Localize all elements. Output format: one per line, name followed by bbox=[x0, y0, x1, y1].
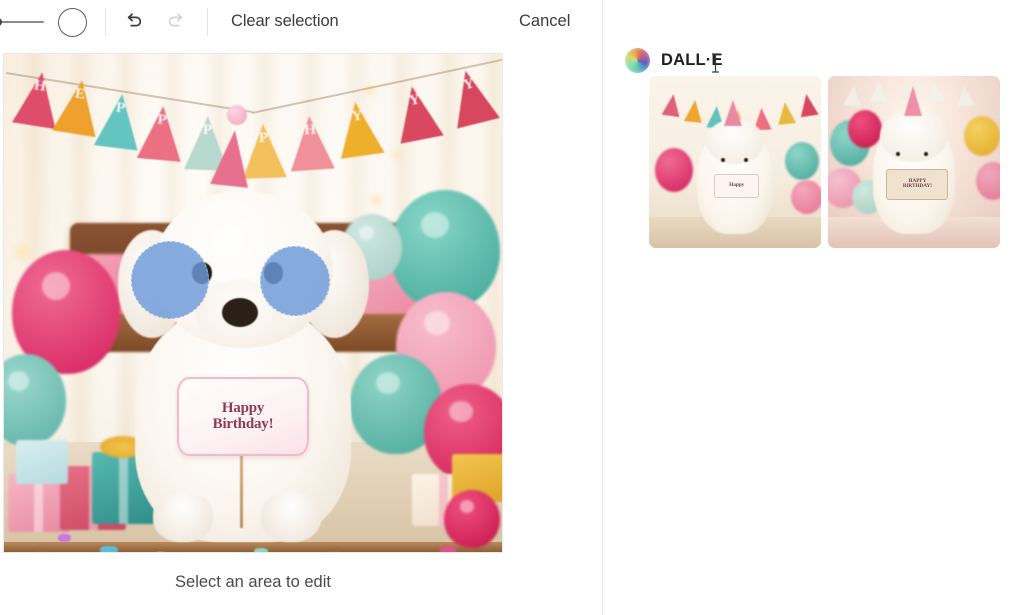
balloon bbox=[444, 490, 500, 548]
thumb-sign-text: Happy bbox=[729, 182, 745, 189]
slider-track bbox=[0, 21, 44, 23]
thumb-birthday-sign: HAPPY BIRTHDAY! bbox=[886, 168, 949, 200]
gift-box bbox=[16, 440, 68, 484]
thumb-dog-eye bbox=[721, 158, 725, 162]
brush-size-preview bbox=[58, 8, 87, 37]
dog-nose bbox=[222, 298, 258, 327]
sign-line-1: Happy bbox=[221, 399, 265, 416]
thumb-flag bbox=[843, 85, 863, 107]
canvas-caption: Select an area to edit bbox=[175, 573, 331, 591]
source-image: H E P P P P H Y Y Y Happy Birthday! bbox=[4, 54, 502, 552]
floor-edge bbox=[4, 542, 502, 552]
thumb-dog-eye bbox=[924, 152, 928, 156]
thumb-sign-line-2: BIRTHDAY! bbox=[902, 183, 932, 190]
thumb-flag bbox=[661, 92, 683, 118]
dalle-avatar-icon bbox=[625, 48, 650, 73]
flag-letter: P bbox=[156, 111, 168, 129]
dog: Happy Birthday! bbox=[94, 104, 393, 542]
sign-line-2: Birthday! bbox=[212, 415, 274, 432]
party-hat bbox=[210, 127, 254, 188]
assistant-name: DALL·E bbox=[661, 51, 723, 69]
undo-icon[interactable] bbox=[120, 9, 146, 35]
brush-size-slider[interactable] bbox=[0, 15, 50, 29]
bunting-flag: H bbox=[287, 114, 335, 172]
chat-panel: DALL·E Happy HAPPY BIRTHDAY! bbox=[603, 0, 1024, 615]
cancel-button[interactable]: Cancel bbox=[519, 12, 570, 31]
birthday-sign: Happy Birthday! bbox=[177, 377, 309, 456]
editor-toolbar: Clear selection Cancel bbox=[0, 0, 603, 44]
toolbar-divider-2 bbox=[207, 8, 208, 36]
thumb-birthday-sign: Happy bbox=[714, 174, 760, 199]
generated-image-2[interactable]: HAPPY BIRTHDAY! bbox=[828, 76, 1000, 248]
flag-letter: H bbox=[33, 77, 48, 95]
confetti bbox=[58, 534, 71, 542]
confetti bbox=[326, 552, 341, 553]
flag-letter: E bbox=[73, 85, 87, 103]
toolbar-divider-1 bbox=[105, 8, 106, 36]
thumb-balloon bbox=[848, 110, 882, 148]
slider-thumb[interactable] bbox=[0, 18, 2, 26]
selection-circle-right[interactable] bbox=[260, 246, 330, 316]
thumb-balloon bbox=[655, 148, 693, 192]
thumb-balloon bbox=[964, 116, 1000, 156]
bunting-flag: P bbox=[136, 104, 186, 162]
thumb-flag bbox=[775, 101, 797, 125]
redo-icon bbox=[164, 9, 190, 35]
party-hat-pompom bbox=[226, 104, 247, 125]
confetti bbox=[154, 552, 167, 553]
thumb-party-hat bbox=[903, 86, 922, 117]
generated-image-1[interactable]: Happy bbox=[649, 76, 821, 248]
thumb-flag bbox=[955, 85, 975, 107]
confetti bbox=[254, 548, 268, 552]
bunting-flag: Y bbox=[444, 65, 500, 129]
thumb-balloon bbox=[791, 180, 821, 214]
flag-letter: Y bbox=[350, 107, 364, 125]
thumb-dog-eye bbox=[744, 158, 748, 162]
dog-paw-left bbox=[153, 491, 214, 542]
assistant-header: DALL·E bbox=[625, 48, 723, 73]
sign-stick bbox=[240, 448, 244, 528]
confetti bbox=[100, 546, 118, 552]
bunting-flag: P bbox=[93, 91, 145, 151]
thumb-dog-eye bbox=[896, 152, 900, 156]
bunting-flag: Y bbox=[390, 82, 444, 144]
image-editor-panel: Clear selection Cancel H E P P P P H Y Y… bbox=[0, 0, 603, 615]
flag-letter: P bbox=[258, 129, 269, 147]
thumb-flag bbox=[797, 92, 819, 118]
thumb-party-hat bbox=[723, 100, 742, 127]
confetti bbox=[34, 552, 50, 553]
generated-images: Happy HAPPY BIRTHDAY! bbox=[649, 76, 1000, 248]
thumb-dog-head bbox=[879, 110, 949, 162]
thumb-flag bbox=[925, 81, 945, 103]
flag-letter: H bbox=[303, 121, 317, 139]
dalle-image-editor-window: Clear selection Cancel H E P P P P H Y Y… bbox=[0, 0, 1024, 615]
thumb-flag bbox=[869, 81, 889, 103]
flag-letter: Y bbox=[407, 91, 422, 110]
thumb-flag bbox=[683, 99, 705, 123]
bunting-flag: Y bbox=[333, 99, 385, 159]
dog-paw-right bbox=[260, 491, 321, 542]
edit-canvas[interactable]: H E P P P P H Y Y Y Happy Birthday! bbox=[3, 53, 503, 553]
clear-selection-button[interactable]: Clear selection bbox=[231, 12, 339, 31]
confetti bbox=[440, 546, 456, 552]
flag-letter: Y bbox=[461, 75, 477, 94]
selection-circle-left[interactable] bbox=[131, 241, 209, 319]
flag-letter: P bbox=[115, 99, 127, 117]
thumb-balloon bbox=[785, 142, 819, 180]
